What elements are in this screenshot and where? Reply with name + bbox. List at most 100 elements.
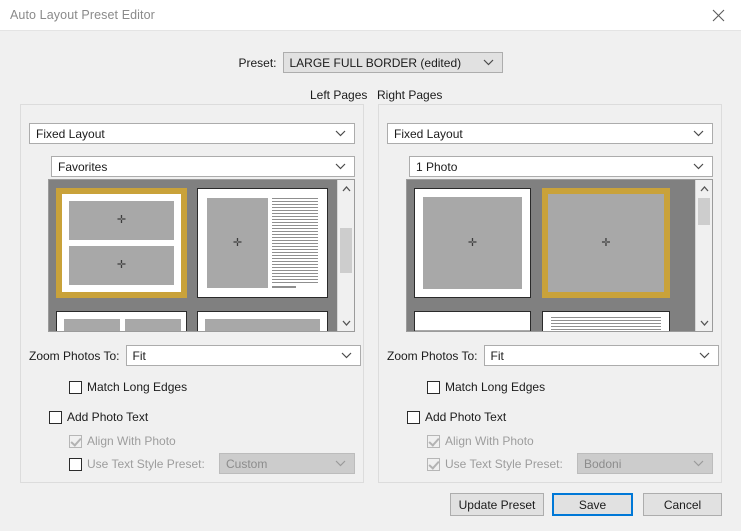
left-thumbnail-scrollbar[interactable] — [337, 180, 354, 331]
left-thumbnail-item[interactable]: ✛ ✛ — [56, 188, 187, 298]
right-zoom-photos-dropdown[interactable]: Fit — [483, 345, 719, 366]
chevron-down-icon — [335, 454, 346, 473]
title-bar: Auto Layout Preset Editor — [0, 0, 741, 31]
scroll-down-icon[interactable] — [696, 314, 712, 331]
left-text-style-preset-dropdown[interactable]: Custom — [219, 453, 355, 474]
left-pages-heading: Left Pages — [310, 88, 368, 102]
preset-dropdown[interactable]: LARGE FULL BORDER (edited) — [282, 52, 503, 73]
chevron-down-icon — [335, 124, 346, 143]
photo-placeholder: ✛ — [207, 198, 268, 288]
left-zoom-photos-dropdown[interactable]: Fit — [125, 345, 361, 366]
right-scrollbar-thumb[interactable] — [698, 198, 710, 225]
left-align-with-photo-checkbox[interactable]: Align With Photo — [69, 434, 176, 448]
save-button[interactable]: Save — [552, 493, 633, 516]
left-thumbnail-scroll-area: ✛ ✛ ✛ — [49, 180, 338, 331]
right-text-style-preset-dropdown[interactable]: Bodoni — [577, 453, 713, 474]
left-template-thumbnail-list[interactable]: ✛ ✛ ✛ — [48, 179, 355, 332]
left-zoom-photos-row: Zoom Photos To: Fit — [29, 345, 361, 366]
left-align-with-photo-label: Align With Photo — [87, 434, 176, 448]
plus-icon: ✛ — [116, 259, 127, 271]
left-thumbnail-item[interactable] — [56, 311, 187, 331]
checkbox-box — [427, 434, 440, 448]
checkbox-box — [69, 434, 82, 448]
left-use-text-style-preset-checkbox[interactable]: Use Text Style Preset: — [69, 457, 205, 471]
left-use-text-style-preset-label: Use Text Style Preset: — [87, 457, 205, 471]
right-zoom-photos-value: Fit — [490, 348, 504, 363]
preset-label: Preset: — [238, 55, 277, 70]
right-pages-panel: Fixed Layout 1 Photo ✛ ✛ Zoom Photos To:… — [378, 104, 722, 483]
preset-row: Preset: LARGE FULL BORDER (edited) — [0, 52, 741, 73]
right-thumbnail-scroll-area: ✛ ✛ — [407, 180, 696, 331]
checkbox-box — [69, 457, 82, 471]
left-layout-mode-dropdown[interactable]: Fixed Layout — [29, 123, 355, 144]
checkbox-box — [407, 410, 420, 424]
right-match-long-edges-checkbox[interactable]: Match Long Edges — [427, 380, 545, 394]
right-use-text-style-preset-checkbox[interactable]: Use Text Style Preset: — [427, 457, 563, 471]
right-add-photo-text-label: Add Photo Text — [425, 410, 507, 424]
close-icon[interactable] — [695, 0, 741, 30]
right-thumbnail-item[interactable]: ✛ — [414, 188, 531, 298]
right-template-group-value: 1 Photo — [416, 159, 458, 174]
right-align-with-photo-checkbox[interactable]: Align With Photo — [427, 434, 534, 448]
right-zoom-photos-label: Zoom Photos To: — [387, 348, 478, 363]
chevron-down-icon — [341, 346, 352, 365]
right-template-group-dropdown[interactable]: 1 Photo — [409, 156, 713, 177]
plus-icon: ✛ — [116, 214, 127, 226]
left-text-style-preset-value: Custom — [226, 456, 268, 471]
chevron-down-icon — [693, 157, 704, 176]
right-pages-heading: Right Pages — [377, 88, 443, 102]
chevron-down-icon — [693, 124, 704, 143]
scroll-up-icon[interactable] — [696, 180, 712, 197]
photo-placeholder: ✛ — [548, 194, 664, 292]
update-preset-button[interactable]: Update Preset — [450, 493, 544, 516]
right-thumbnail-item[interactable] — [414, 311, 531, 331]
photo-placeholder — [205, 319, 320, 331]
scroll-down-icon[interactable] — [338, 314, 354, 331]
photo-placeholder — [125, 319, 181, 331]
right-template-thumbnail-list[interactable]: ✛ ✛ — [406, 179, 713, 332]
text-lines-tail — [272, 286, 296, 288]
left-zoom-photos-value: Fit — [132, 348, 146, 363]
text-lines — [272, 198, 318, 285]
photo-placeholder: ✛ — [69, 201, 174, 240]
left-match-long-edges-label: Match Long Edges — [87, 380, 188, 394]
plus-icon: ✛ — [232, 236, 243, 249]
chevron-down-icon — [699, 346, 710, 365]
checkbox-box — [69, 380, 82, 394]
left-layout-mode-value: Fixed Layout — [36, 126, 105, 141]
right-layout-mode-value: Fixed Layout — [394, 126, 463, 141]
right-zoom-photos-row: Zoom Photos To: Fit — [387, 345, 719, 366]
plus-icon: ✛ — [601, 236, 611, 249]
cancel-button[interactable]: Cancel — [643, 493, 722, 516]
right-thumbnail-item[interactable]: ✛ — [542, 188, 670, 298]
left-template-group-dropdown[interactable]: Favorites — [51, 156, 355, 177]
left-template-group-value: Favorites — [58, 159, 108, 174]
left-add-photo-text-checkbox[interactable]: Add Photo Text — [49, 410, 148, 424]
left-add-photo-text-label: Add Photo Text — [67, 410, 149, 424]
photo-placeholder — [64, 319, 120, 331]
right-text-style-preset-value: Bodoni — [584, 456, 622, 471]
left-match-long-edges-checkbox[interactable]: Match Long Edges — [69, 380, 187, 394]
right-align-with-photo-label: Align With Photo — [445, 434, 534, 448]
window-title: Auto Layout Preset Editor — [10, 8, 155, 22]
left-scrollbar-thumb[interactable] — [340, 228, 352, 273]
text-lines — [551, 317, 661, 331]
right-match-long-edges-label: Match Long Edges — [445, 380, 546, 394]
left-thumbnail-item[interactable] — [197, 311, 328, 331]
right-thumbnail-scrollbar[interactable] — [695, 180, 712, 331]
photo-placeholder — [415, 330, 530, 331]
left-zoom-photos-label: Zoom Photos To: — [29, 348, 120, 363]
checkbox-box — [49, 410, 62, 424]
chevron-down-icon — [693, 454, 704, 473]
left-thumbnail-item[interactable]: ✛ — [197, 188, 328, 298]
right-layout-mode-dropdown[interactable]: Fixed Layout — [387, 123, 713, 144]
right-add-photo-text-checkbox[interactable]: Add Photo Text — [407, 410, 506, 424]
right-use-text-style-preset-label: Use Text Style Preset: — [445, 457, 563, 471]
scroll-up-icon[interactable] — [338, 180, 354, 197]
right-thumbnail-item[interactable] — [542, 311, 670, 331]
photo-placeholder: ✛ — [69, 246, 174, 285]
preset-value: LARGE FULL BORDER (edited) — [289, 55, 462, 70]
checkbox-box — [427, 457, 440, 471]
plus-icon: ✛ — [467, 236, 478, 249]
left-pages-panel: Fixed Layout Favorites ✛ ✛ ✛ Zoom Photos… — [20, 104, 364, 483]
